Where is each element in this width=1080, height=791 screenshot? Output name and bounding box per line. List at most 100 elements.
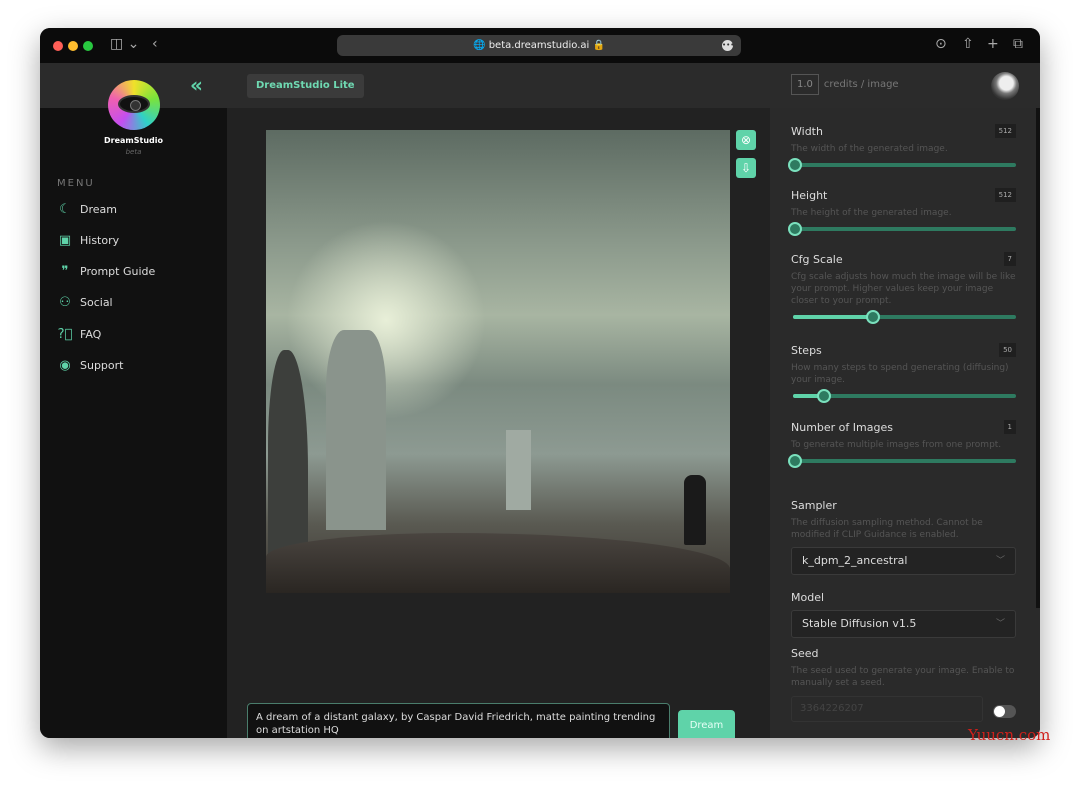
seed-setting: Seed The seed used to generate your image…: [791, 647, 1016, 722]
scrollbar[interactable]: [1036, 108, 1040, 608]
steps-slider[interactable]: [791, 389, 1016, 403]
zoom-window-button[interactable]: [83, 41, 93, 51]
nav-label: Prompt Guide: [80, 264, 156, 278]
logo-sub: beta: [125, 148, 142, 156]
rock-spire: [506, 430, 531, 510]
setting-value: 50: [999, 343, 1016, 357]
sampler-selected: k_dpm_2_ancestral: [802, 554, 908, 567]
width-slider[interactable]: [788, 158, 1016, 172]
new-tab-icon[interactable]: +: [987, 36, 999, 52]
setting-title: Width: [791, 125, 823, 138]
setting-value: 512: [994, 124, 1016, 138]
light-glow: [286, 220, 486, 420]
setting-value: 1: [1003, 420, 1016, 434]
seed-toggle[interactable]: [993, 705, 1016, 718]
setting-title: Steps: [791, 344, 822, 357]
browser-window: ◫ ⌄ ‹ 🌐 beta.dreamstudio.ai 🔒 ••• ⊙ ⇧ + ⧉…: [40, 28, 1040, 738]
sidebar-item-prompt-guide[interactable]: ❞ Prompt Guide: [57, 263, 156, 279]
width-setting: Width 512 The width of the generated image…: [788, 124, 1016, 172]
sampler-select[interactable]: k_dpm_2_ancestral ﹀: [791, 547, 1016, 575]
generated-image[interactable]: [266, 130, 730, 593]
setting-title: Height: [791, 189, 828, 202]
sidebar-item-social[interactable]: ⚇ Social: [57, 294, 113, 310]
setting-desc: To generate multiple images from one pro…: [791, 440, 1002, 450]
tabs-overview-icon[interactable]: ⧉: [1013, 36, 1023, 52]
chevron-down-icon: ﹀: [995, 556, 1005, 566]
sidebar-item-dream[interactable]: ☾ Dream: [57, 201, 117, 217]
question-circle-icon: ?⃝: [57, 326, 73, 342]
cfg-slider[interactable]: [791, 310, 1016, 324]
sidebar-item-support[interactable]: ◉ Support: [57, 357, 123, 373]
height-slider[interactable]: [788, 222, 1016, 236]
nav-label: FAQ: [80, 327, 102, 341]
images-slider[interactable]: [788, 454, 1016, 468]
sidebar-toggle-icon[interactable]: ◫ ⌄: [110, 36, 139, 52]
setting-title: Number of Images: [791, 421, 893, 434]
users-icon: ⚇: [59, 294, 71, 310]
setting-title: Model: [791, 591, 825, 604]
setting-desc: The height of the generated image.: [791, 208, 952, 218]
height-setting: Height 512 The height of the generated ima…: [788, 188, 1016, 236]
seed-input[interactable]: 3364226207: [791, 696, 983, 722]
nav-label: Social: [80, 295, 113, 309]
browser-titlebar: ◫ ⌄ ‹ 🌐 beta.dreamstudio.ai 🔒 ••• ⊙ ⇧ + ⧉: [40, 28, 1040, 63]
setting-title: Seed: [791, 647, 819, 660]
back-icon[interactable]: ‹: [152, 36, 158, 52]
sidebar-item-faq[interactable]: ?⃝ FAQ: [57, 326, 102, 342]
download-icon[interactable]: ⊙: [935, 36, 947, 52]
watermark: Yuucn.com: [968, 726, 1051, 744]
eye-icon: [118, 95, 150, 113]
support-icon: ◉: [59, 357, 71, 373]
collapse-sidebar-icon[interactable]: «: [190, 73, 203, 97]
steps-setting: Steps 50 How many steps to spend generatin…: [791, 343, 1016, 403]
address-bar[interactable]: 🌐 beta.dreamstudio.ai 🔒 •••: [337, 35, 741, 56]
model-selected: Stable Diffusion v1.5: [802, 617, 917, 630]
close-image-button[interactable]: ⊗: [736, 130, 756, 150]
quote-bubble-icon: ❞: [61, 263, 69, 279]
url-text: beta.dreamstudio.ai: [488, 40, 590, 51]
more-icon[interactable]: •••: [722, 40, 734, 51]
avatar[interactable]: [991, 72, 1019, 100]
settings-panel: Width 512 The width of the generated image…: [770, 108, 1040, 738]
brand-button[interactable]: DreamStudio Lite: [247, 74, 364, 98]
sidebar-item-history[interactable]: ▣ History: [57, 232, 119, 248]
setting-value: 7: [1003, 252, 1016, 266]
cfg-setting: Cfg Scale 7 Cfg scale adjusts how much the…: [791, 252, 1016, 324]
sampler-setting: Sampler The diffusion sampling method. Ca…: [791, 499, 1016, 575]
download-image-button[interactable]: ⇩: [736, 158, 756, 178]
credits-label: credits / image: [823, 79, 899, 90]
prompt-input[interactable]: A dream of a distant galaxy, by Caspar D…: [247, 703, 670, 738]
nav-label: Dream: [80, 202, 117, 216]
logo-name: DreamStudio: [104, 136, 163, 145]
main-area: ⊗ ⇩ A dream of a distant galaxy, by Casp…: [227, 108, 770, 738]
model-setting: Model Stable Diffusion v1.5 ﹀: [791, 591, 1016, 638]
minimize-window-button[interactable]: [68, 41, 78, 51]
menu-label: MENU: [57, 178, 95, 189]
dream-button[interactable]: Dream: [678, 710, 735, 738]
setting-desc: The width of the generated image.: [791, 144, 948, 154]
sidebar: DreamStudio beta MENU ☾ Dream ▣ History ❞ P…: [40, 108, 227, 738]
figure: [684, 475, 706, 545]
setting-desc: Cfg scale adjusts how much the image wil…: [791, 272, 1016, 306]
dreamstudio-logo: [108, 80, 160, 130]
setting-title: Sampler: [791, 499, 837, 512]
setting-desc: The seed used to generate your image. En…: [791, 666, 1015, 688]
rock-spire: [326, 330, 386, 530]
ground: [266, 533, 730, 593]
model-select[interactable]: Stable Diffusion v1.5 ﹀: [791, 610, 1016, 638]
setting-title: Cfg Scale: [791, 253, 843, 266]
setting-desc: How many steps to spend generating (diff…: [791, 363, 1009, 385]
setting-value: 512: [994, 188, 1016, 202]
image-stack-icon: ▣: [58, 232, 72, 248]
chevron-down-icon: ﹀: [995, 619, 1005, 629]
credits-value: 1.0: [791, 74, 819, 95]
close-window-button[interactable]: [53, 41, 63, 51]
app-header: « DreamStudio Lite 1.0 credits / image: [40, 63, 1040, 108]
nav-label: History: [80, 233, 120, 247]
credits-display: 1.0 credits / image: [791, 74, 899, 95]
moon-stars-icon: ☾: [59, 201, 71, 217]
nav-label: Support: [80, 358, 124, 372]
share-icon[interactable]: ⇧: [962, 36, 974, 52]
images-setting: Number of Images 1 To generate multiple im…: [788, 420, 1016, 468]
setting-desc: The diffusion sampling method. Cannot be…: [791, 518, 983, 540]
